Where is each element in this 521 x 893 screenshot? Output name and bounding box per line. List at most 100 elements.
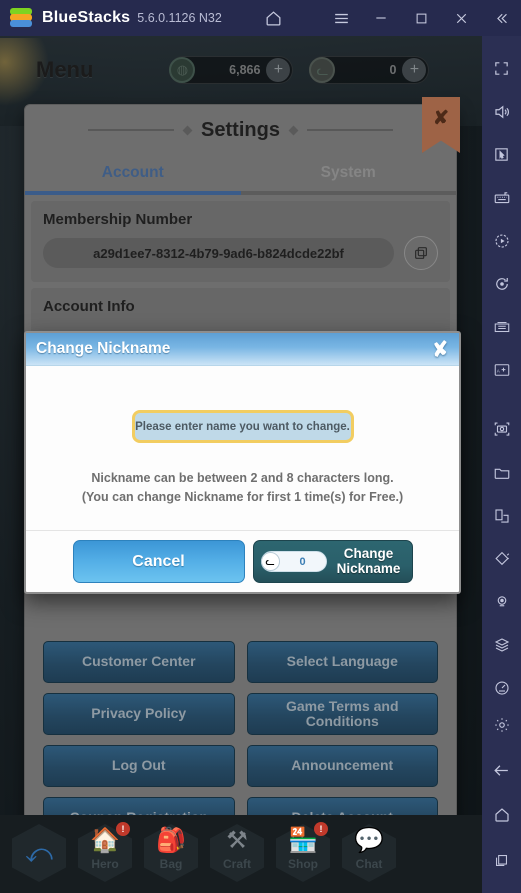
nav-label-hero: Hero — [91, 857, 119, 871]
notification-badge: ! — [314, 822, 328, 836]
change-nickname-button[interactable]: ᓚ 0 Change Nickname — [252, 540, 413, 583]
coin-add-button[interactable]: + — [266, 58, 291, 82]
home-icon[interactable] — [253, 0, 293, 36]
home-icon[interactable] — [482, 797, 521, 834]
dialog-footer: Cancel ᓚ 0 Change Nickname — [26, 530, 459, 592]
macro-play-icon[interactable] — [482, 222, 521, 259]
cancel-button[interactable]: Cancel — [72, 540, 245, 583]
title-diamond-left-icon — [182, 125, 193, 135]
title-diamond-right-icon — [288, 125, 299, 135]
button-select-language[interactable]: Select Language — [246, 641, 438, 683]
membership-section: Membership Number a29d1ee7-8312-4b79-9ad… — [31, 201, 450, 282]
bluestacks-sidebar: A — [482, 36, 521, 893]
folder-icon[interactable] — [482, 454, 521, 491]
chat-icon: 💬 — [354, 827, 384, 854]
button-game-terms[interactable]: Game Terms and Conditions — [246, 693, 438, 735]
hero-icon: 🏠 — [90, 827, 120, 854]
fullscreen-icon[interactable] — [482, 50, 521, 87]
tab-system[interactable]: System — [241, 155, 457, 191]
nav-back-button[interactable]: ⤺ — [8, 820, 70, 888]
app-name: BlueStacks — [42, 9, 131, 26]
cost-value: 0 — [299, 555, 306, 568]
bluestacks-logo-icon — [10, 8, 32, 28]
copy-icon[interactable] — [404, 236, 438, 270]
nav-item-chat[interactable]: 💬 Chat — [338, 820, 400, 888]
bluestacks-window: BlueStacks 5.6.0.1126 N32 Menu ◍ 6,866 +… — [0, 0, 521, 893]
membership-value: a29d1ee7-8312-4b79-9ad6-b824dcde22bf — [43, 238, 394, 268]
resource-coin[interactable]: ◍ 6,866 + — [169, 56, 294, 84]
hint-line-2: (You can change Nickname for first 1 tim… — [81, 489, 404, 504]
nav-item-shop[interactable]: ! 🏪 Shop — [272, 820, 334, 888]
minimize-icon[interactable] — [361, 0, 401, 36]
account-info-label: Account Info — [43, 298, 135, 315]
screen-split-icon[interactable] — [482, 497, 521, 534]
titlebar-controls — [235, 0, 521, 36]
nav-label-chat: Chat — [355, 857, 383, 871]
dialog-close-icon[interactable]: ✘ — [431, 335, 451, 362]
volume-icon[interactable] — [482, 93, 521, 130]
dialog-title: Change Nickname — [36, 340, 171, 357]
nickname-input[interactable]: Please enter name you want to change. — [131, 410, 354, 443]
nav-label-bag: Bag — [159, 857, 183, 871]
cat-coin-add-button[interactable]: + — [402, 58, 427, 82]
layers-icon[interactable] — [482, 626, 521, 663]
title-divider-left — [88, 129, 175, 131]
coin-icon: ◍ — [169, 57, 196, 83]
screenshot-icon[interactable] — [482, 411, 521, 448]
bottom-navigation: ⤺ ! 🏠 Hero 🎒 Bag ⚒ Craft ! 🏪 Shop 💬 Chat — [0, 815, 482, 893]
nav-label-shop: Shop — [288, 857, 318, 871]
button-customer-center[interactable]: Customer Center — [43, 641, 235, 683]
menu-icon[interactable] — [321, 0, 361, 36]
nav-label-craft: Craft — [222, 857, 251, 871]
change-nickname-label: Change Nickname — [336, 545, 401, 576]
bag-icon: 🎒 — [156, 827, 186, 854]
membership-row: a29d1ee7-8312-4b79-9ad6-b824dcde22bf — [43, 236, 438, 270]
game-viewport: Menu ◍ 6,866 + ᓚ 0 + ✘ Settings Account … — [0, 36, 482, 893]
collapse-icon[interactable] — [481, 0, 521, 36]
close-icon[interactable] — [441, 0, 481, 36]
membership-label: Membership Number — [43, 211, 193, 228]
back-icon[interactable] — [482, 752, 521, 789]
gear-icon[interactable] — [482, 707, 521, 744]
notification-badge: ! — [116, 822, 130, 836]
page-title: Menu — [36, 57, 94, 82]
tab-underline — [25, 191, 456, 195]
svg-text:A: A — [496, 369, 499, 374]
gauge-icon[interactable] — [482, 670, 521, 707]
dialog-header: Change Nickname ✘ — [26, 333, 459, 366]
title-divider-right — [306, 129, 393, 131]
nav-item-hero[interactable]: ! 🏠 Hero — [74, 820, 136, 888]
button-announcement[interactable]: Announcement — [246, 745, 438, 787]
recents-icon[interactable] — [482, 842, 521, 879]
change-nickname-dialog: Change Nickname ✘ Please enter name you … — [24, 331, 461, 594]
back-arrow-icon: ⤺ — [25, 838, 53, 868]
app-version: 5.6.0.1126 N32 — [137, 11, 222, 25]
dialog-hint: Nickname can be between 2 and 8 characte… — [26, 469, 459, 507]
hint-line-1: Nickname can be between 2 and 8 characte… — [91, 471, 394, 485]
location-icon[interactable] — [482, 583, 521, 620]
rotate-icon[interactable] — [482, 266, 521, 303]
coin-value: 6,866 — [229, 63, 261, 77]
shake-icon[interactable] — [482, 540, 521, 577]
button-privacy-policy[interactable]: Privacy Policy — [43, 693, 235, 735]
nav-item-bag[interactable]: 🎒 Bag — [140, 820, 202, 888]
bluestacks-titlebar: BlueStacks 5.6.0.1126 N32 — [0, 0, 521, 36]
settings-title-row: Settings — [25, 105, 456, 155]
settings-title: Settings — [201, 118, 280, 141]
cat-coin-value: 0 — [389, 63, 397, 77]
keyboard-icon[interactable] — [482, 179, 521, 216]
cursor-icon[interactable] — [482, 136, 521, 173]
maximize-icon[interactable] — [401, 0, 441, 36]
cat-coin-icon: ᓚ — [260, 552, 280, 571]
cost-pill: ᓚ 0 — [260, 551, 327, 572]
resource-cat-coin[interactable]: ᓚ 0 + — [309, 56, 430, 84]
tab-account[interactable]: Account — [25, 155, 241, 191]
settings-tabs: Account System — [25, 155, 456, 191]
install-apk-icon[interactable]: A — [482, 352, 521, 389]
dialog-body: Please enter name you want to change. Ni… — [26, 366, 459, 507]
cat-coin-icon: ᓚ — [309, 57, 336, 83]
shop-icon: 🏪 — [288, 827, 318, 854]
nav-item-craft[interactable]: ⚒ Craft — [206, 820, 268, 888]
multi-instance-icon[interactable] — [482, 309, 521, 346]
button-log-out[interactable]: Log Out — [43, 745, 235, 787]
